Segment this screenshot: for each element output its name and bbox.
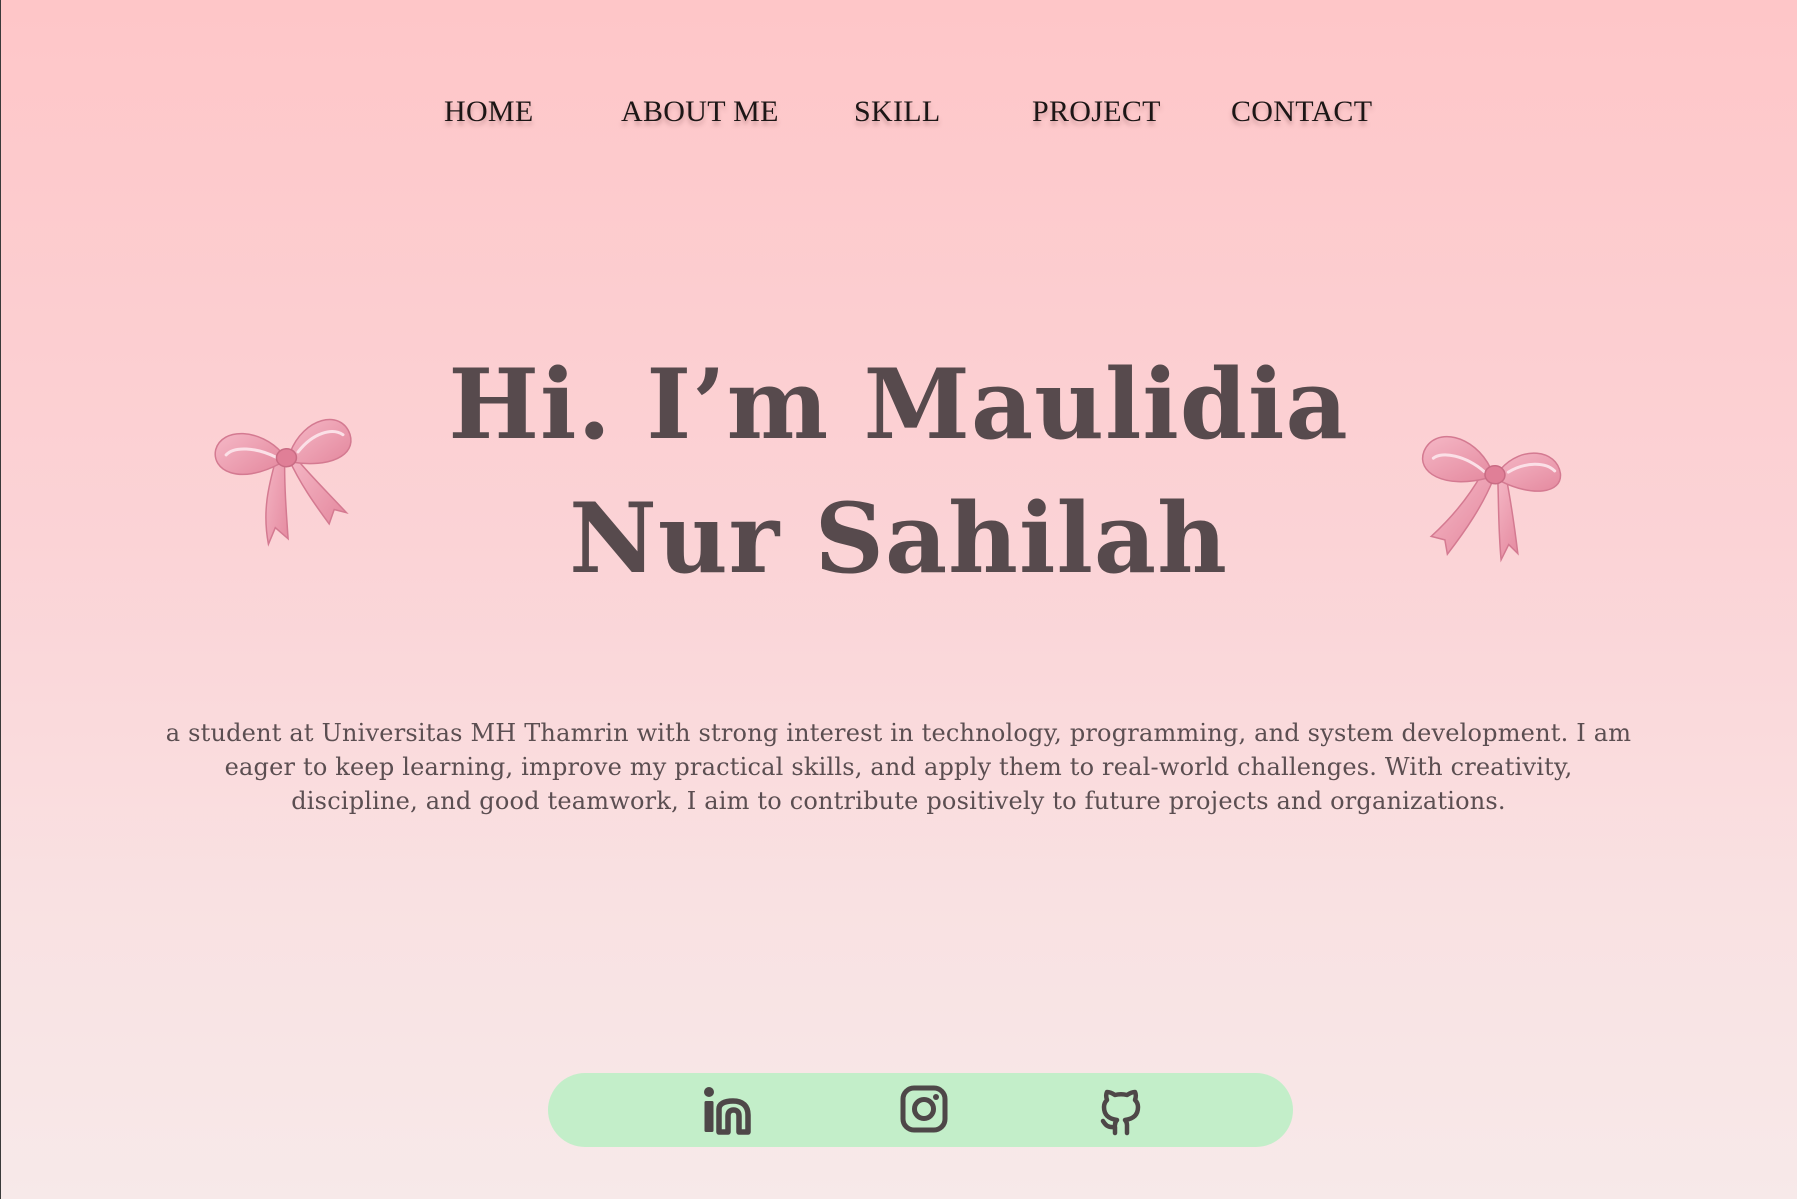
social-links-bar xyxy=(548,1073,1293,1147)
nav-skill[interactable]: SKILL xyxy=(854,95,941,129)
hero-title-line-2: Nur Sahilah xyxy=(569,482,1228,595)
linkedin-icon[interactable] xyxy=(700,1085,752,1137)
hero-description: a student at Universitas MH Thamrin with… xyxy=(165,719,1632,815)
instagram-icon[interactable] xyxy=(898,1083,950,1135)
nav-project[interactable]: PROJECT xyxy=(1032,95,1161,129)
nav-contact[interactable]: CONTACT xyxy=(1231,95,1372,129)
github-icon[interactable] xyxy=(1095,1087,1147,1139)
nav-home[interactable]: HOME xyxy=(444,95,534,129)
main-nav: HOME ABOUT ME SKILL PROJECT CONTACT xyxy=(0,95,1797,135)
hero-title: Hi. I’m Maulidia Nur Sahilah xyxy=(0,338,1797,606)
nav-about-me[interactable]: ABOUT ME xyxy=(621,95,779,129)
hero-title-line-1: Hi. I’m Maulidia xyxy=(448,348,1349,461)
